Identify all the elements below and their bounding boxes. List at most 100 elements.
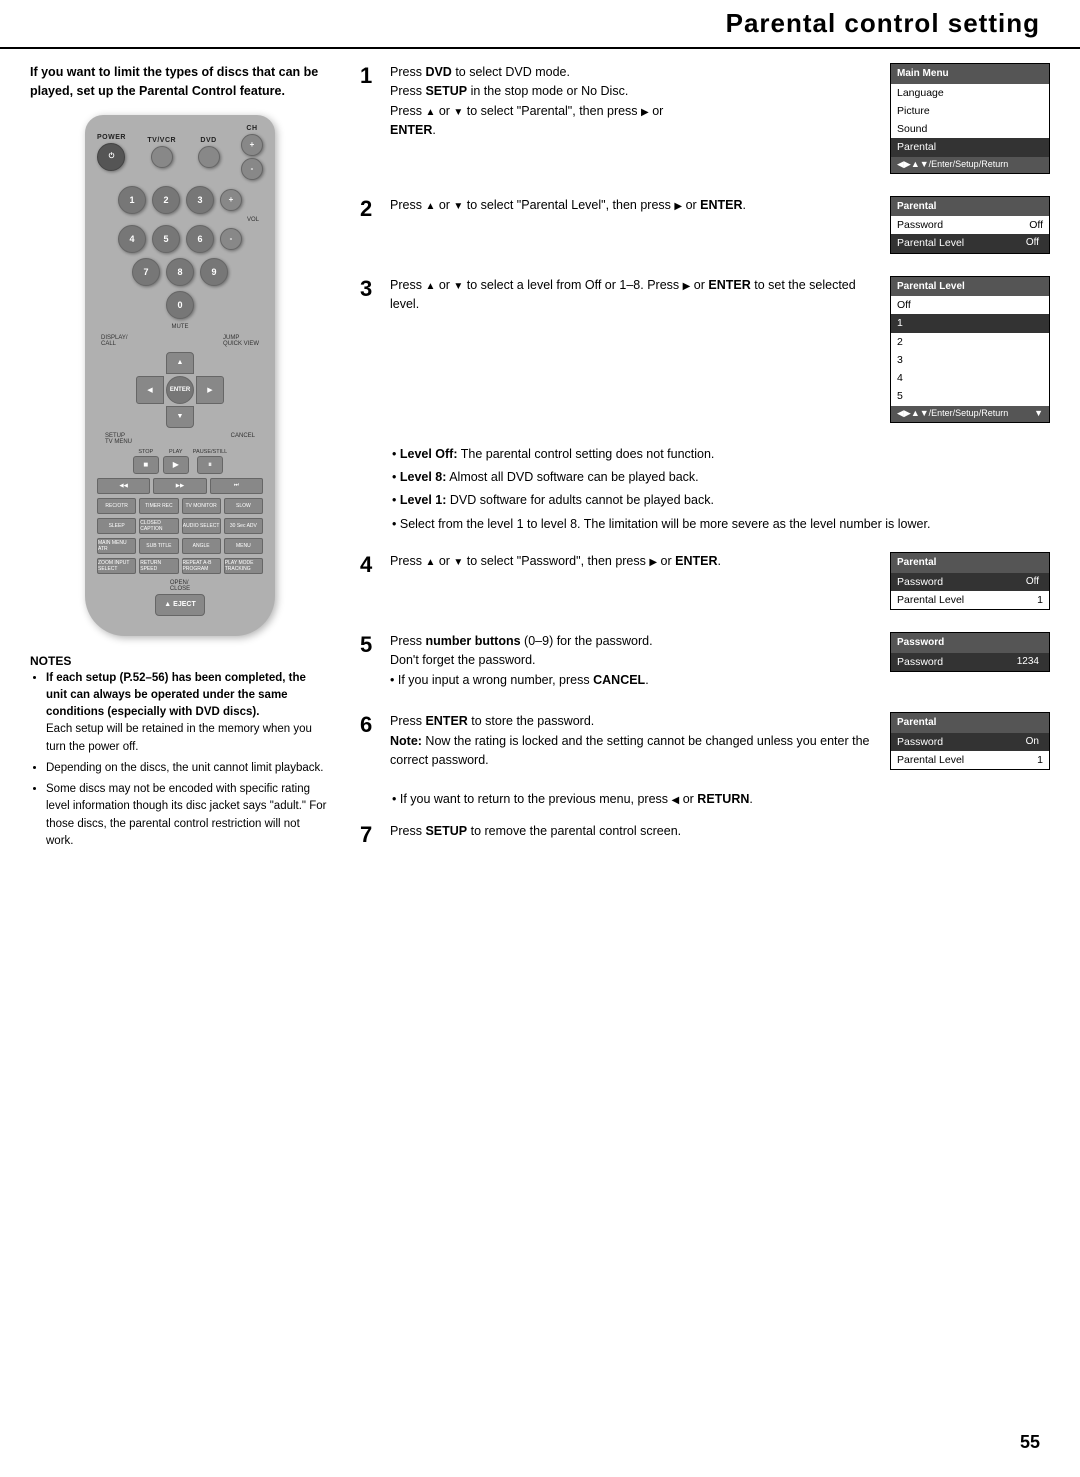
step-5: 5 Press number buttons (0–9) for the pas… (360, 632, 1050, 690)
caption-btn[interactable]: CLOSED CAPTION (139, 518, 178, 534)
vol-minus-btn[interactable]: - (220, 228, 242, 250)
step-3: 3 Press or to select a level from Off or… (360, 276, 1050, 423)
sleep-btn[interactable]: SLEEP (97, 518, 136, 534)
ch-plus-btn[interactable]: + (241, 134, 263, 156)
btn-2[interactable]: 2 (152, 186, 180, 214)
notes-item-0: If each setup (P.52–56) has been complet… (46, 670, 330, 756)
main-menu-btn[interactable]: MAIN MENU ATR (97, 538, 136, 554)
btn-9[interactable]: 9 (200, 258, 228, 286)
ch-minus-btn[interactable]: - (241, 158, 263, 180)
screen-3-footer-arrow: ▼ (1034, 407, 1043, 421)
dpad-left-btn[interactable]: ◀ (136, 376, 164, 404)
btn-7[interactable]: 7 (132, 258, 160, 286)
slow-btn[interactable]: SLOW (224, 498, 263, 514)
btn-1[interactable]: 1 (118, 186, 146, 214)
audio-select-btn[interactable]: AUDIO SELECT (182, 518, 221, 534)
angle-btn[interactable]: ANGLE (182, 538, 221, 554)
bullet-level-1: Level 1: DVD software for adults cannot … (392, 491, 1050, 510)
screen-2-title: Parental (891, 197, 1049, 217)
ffwd-btn[interactable]: ▶▶ (153, 478, 206, 494)
step-3-content: Press or to select a level from Off or 1… (390, 276, 1050, 423)
btn-5[interactable]: 5 (152, 225, 180, 253)
tvvcr-btn[interactable] (151, 146, 173, 168)
sub-title-btn[interactable]: SUB TITLE (139, 538, 178, 554)
screen-6-row-0: PasswordOn (891, 733, 1049, 751)
rec-row: REC/OTR TIMER REC TV MONITOR SLOW (97, 498, 263, 514)
step-5-inner: Press number buttons (0–9) for the passw… (390, 632, 1050, 690)
screen-6-title: Parental (891, 713, 1049, 733)
screen-2-row-1: Parental LevelOff (891, 234, 1049, 252)
screen-1-row-2: Sound (891, 120, 1049, 138)
screen-5-title: Password (891, 633, 1049, 653)
screen-3-row-3: 3 (891, 351, 1049, 369)
step-1-inner: Press DVD to select DVD mode. Press SETU… (390, 63, 1050, 174)
step-4-number: 4 (360, 554, 380, 576)
step-6-number: 6 (360, 714, 380, 736)
play-btn[interactable]: ▶ (163, 456, 189, 474)
bullet-select-note: Select from the level 1 to level 8. The … (392, 515, 1050, 534)
screen-1-row-0: Language (891, 84, 1049, 102)
tv-monitor-btn[interactable]: TV MONITOR (182, 498, 221, 514)
eject-btn[interactable]: ▲ EJECT (155, 594, 205, 616)
dvd-btn[interactable] (198, 146, 220, 168)
rec-otr-btn[interactable]: REC/OTR (97, 498, 136, 514)
screen-3-footer: ◀▶▲▼/Enter/Setup/Return ▼ (891, 406, 1049, 422)
return-btn[interactable]: RETURN SPEED (139, 558, 178, 574)
step-2-number: 2 (360, 198, 380, 220)
index-skip-btn[interactable]: ⏭ (210, 478, 263, 494)
num-row-1: 1 2 3 + (97, 186, 263, 214)
screen-4-title: Parental (891, 553, 1049, 573)
btn-8[interactable]: 8 (166, 258, 194, 286)
power-label: POWER (97, 134, 126, 141)
timer-rec-btn[interactable]: TIMER REC (139, 498, 178, 514)
rew-btn[interactable]: ◀◀ (97, 478, 150, 494)
vol-plus-btn[interactable]: + (220, 189, 242, 211)
power-btn[interactable]: ⏻ (97, 143, 125, 171)
step-2-content: Press or to select "Parental Level", the… (390, 196, 1050, 254)
bullet-level-off: Level Off: The parental control setting … (392, 445, 1050, 464)
step-3-inner: Press or to select a level from Off or 1… (390, 276, 1050, 423)
screen-4-row-1: Parental Level1 (891, 591, 1049, 609)
screen-3-row-off: Off (891, 296, 1049, 314)
step-7: 7 Press SETUP to remove the parental con… (360, 822, 1050, 846)
pause-btn[interactable]: ⏸ (197, 456, 223, 474)
screen-4: Parental PasswordOff Parental Level1 (890, 552, 1050, 610)
prev-menu-note: • If you want to return to the previous … (392, 792, 1050, 806)
num-row-2: 4 5 6 - (97, 225, 263, 253)
zoom-btn[interactable]: ZOOM INPUT SELECT (97, 558, 136, 574)
screen-5-row-0: Password1234 (891, 653, 1049, 671)
step-1-number: 1 (360, 65, 380, 87)
intro-bold: If you want to limit the types of discs … (30, 65, 318, 98)
menu-btn[interactable]: MENU (224, 538, 263, 554)
zoom-row: ZOOM INPUT SELECT RETURN SPEED REPEAT A-… (97, 558, 263, 574)
play-mode-btn[interactable]: PLAY MODE TRACKING (224, 558, 263, 574)
screen-3-row-2: 2 (891, 333, 1049, 351)
stop-btn[interactable]: ■ (133, 456, 159, 474)
btn-3[interactable]: 3 (186, 186, 214, 214)
main-layout: If you want to limit the types of discs … (0, 63, 1080, 856)
screen-2-row-0: PasswordOff (891, 216, 1049, 234)
ch-label: CH (246, 125, 257, 132)
dpad-down-btn[interactable]: ▼ (166, 406, 194, 428)
remote-control: POWER ⏻ TV/VCR DVD CH + - (85, 115, 275, 636)
step-1-text: Press DVD to select DVD mode. Press SETU… (390, 63, 870, 141)
remote-illustration: POWER ⏻ TV/VCR DVD CH + - (30, 115, 330, 636)
sleep-row: SLEEP CLOSED CAPTION AUDIO SELECT 30 Sec… (97, 518, 263, 534)
repeat-ab-btn[interactable]: REPEAT A-B PROGRAM (182, 558, 221, 574)
btn-0[interactable]: 0 (166, 291, 194, 319)
dpad-right-btn[interactable]: ▶ (196, 376, 224, 404)
intro-text: If you want to limit the types of discs … (30, 63, 330, 101)
num-row-4: 0 (97, 291, 263, 319)
setup-tv-menu-label: SETUPTV MENU (105, 433, 132, 445)
notes-item-1: Depending on the discs, the unit cannot … (46, 760, 330, 777)
30sec-adv-btn[interactable]: 30 Sec ADV (224, 518, 263, 534)
step-4-text: Press or to select "Password", then pres… (390, 552, 870, 571)
screen-3-row-1: 1 (891, 314, 1049, 332)
step-3-number: 3 (360, 278, 380, 300)
notes-title: NOTES (30, 652, 330, 670)
btn-4[interactable]: 4 (118, 225, 146, 253)
screen-3-footer-text: ◀▶▲▼/Enter/Setup/Return (897, 407, 1008, 421)
btn-6[interactable]: 6 (186, 225, 214, 253)
dpad-up-btn[interactable]: ▲ (166, 352, 194, 374)
enter-btn[interactable]: ENTER (166, 376, 194, 404)
